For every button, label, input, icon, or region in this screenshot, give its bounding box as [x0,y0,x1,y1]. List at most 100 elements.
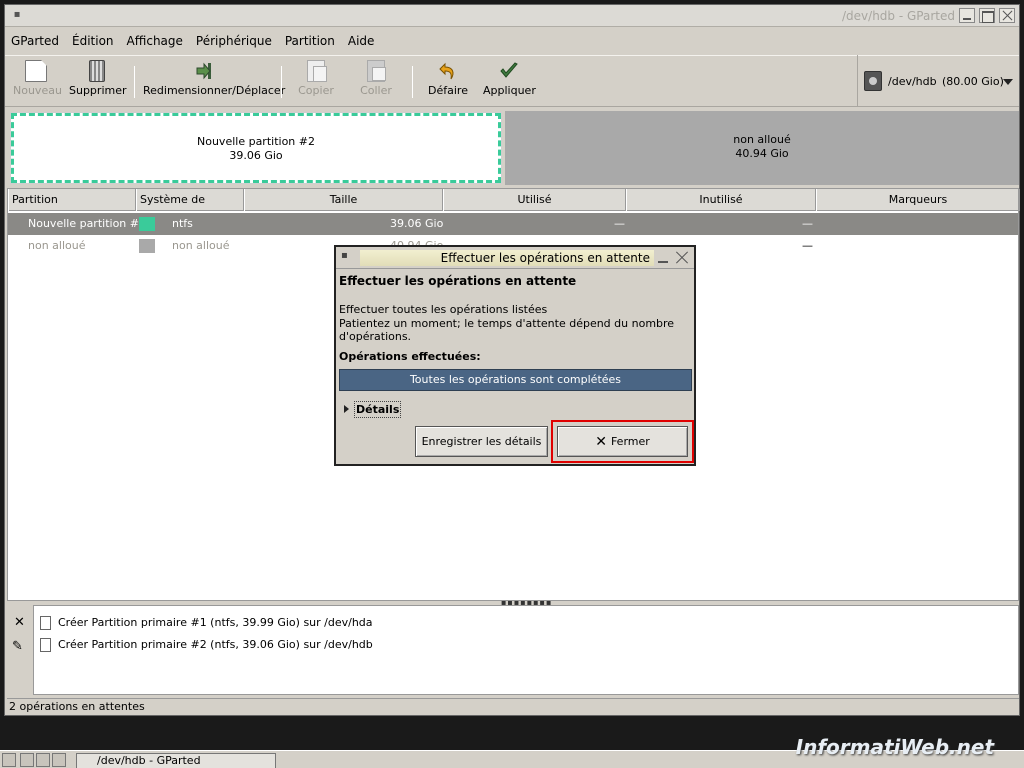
window-menu-icon[interactable]: ▪ [9,8,25,22]
dialog-text-line-2: Patientez un moment; le temps d'attente … [339,317,675,343]
cell-size: 39.06 Gio [390,217,444,230]
checkmark-icon [498,60,520,82]
dialog-title: Effectuer les opérations en attente [360,250,654,266]
watermark-logo: InformatiWeb.net [795,735,994,759]
menu-edition[interactable]: Édition [72,34,114,48]
operations-sidebar: ✕ ✎ [7,605,31,695]
cell-filesystem: ntfs [172,217,193,230]
menubar: GParted Édition Affichage Périphérique P… [5,30,1019,52]
harddisk-icon [864,71,882,91]
window-title: /dev/hdb - GParted [842,9,955,23]
operations-list: Créer Partition primaire #1 (ntfs, 39.99… [33,605,1019,695]
undo-icon [437,60,459,82]
cell-unused: — [802,239,813,252]
resize-arrow-icon [195,60,217,82]
column-partition[interactable]: Partition [8,189,136,211]
copy-icon [307,60,327,82]
column-flags[interactable]: Marqueurs [816,189,1020,211]
device-name: /dev/hdb [888,75,937,88]
taskbar-tray-box[interactable] [52,753,66,767]
operation-text: Créer Partition primaire #1 (ntfs, 39.99… [58,616,373,629]
apply-button[interactable]: Appliquer [483,60,536,104]
device-size: (80.00 Gio) [942,75,1004,88]
unallocated-block-size: 40.94 Gio [735,147,789,160]
unallocated-block[interactable]: non alloué 40.94 Gio [505,111,1019,185]
taskbar-task-gparted[interactable]: /dev/hdb - GParted [76,753,276,768]
close-button[interactable]: ✕ Fermer [557,426,688,457]
apply-operations-dialog: ▪ Effectuer les opérations en attente Ef… [334,245,696,466]
partition-block-name: Nouvelle partition #2 [197,135,315,148]
unallocated-block-name: non alloué [733,133,791,146]
device-selector[interactable]: /dev/hdb (80.00 Gio) [857,55,1019,107]
details-label: Détails [354,401,402,418]
toolbar-separator [412,66,413,98]
partition-block-selected[interactable]: Nouvelle partition #2 39.06 Gio [10,112,502,184]
toolbar-separator [281,66,282,98]
delete-label: Supprimer [69,84,127,97]
undo-label: Défaire [428,84,468,97]
expander-arrow-icon [344,405,349,413]
new-button[interactable]: Nouveau [13,60,62,104]
pending-operations-pane: ✕ ✎ Créer Partition primaire #1 (ntfs, 3… [7,605,1019,695]
window-titlebar[interactable]: ▪ /dev/hdb - GParted [5,5,1019,27]
menu-aide[interactable]: Aide [348,34,375,48]
cell-partition: Nouvelle partition #2 [28,217,146,230]
menu-gparted[interactable]: GParted [11,34,59,48]
resize-move-label: Redimensionner/Déplacer [143,84,286,97]
operation-document-icon [40,638,51,652]
dialog-text-line-1: Effectuer toutes les opérations listées [339,303,548,316]
brush-icon[interactable]: ✎ [12,639,26,654]
cell-unused: — [802,217,813,230]
cell-used: — [614,217,625,230]
progress-bar: Toutes les opérations sont complétées [339,369,692,391]
dropdown-arrow-icon [1003,79,1013,85]
partition-map: Nouvelle partition #2 39.06 Gio non allo… [9,111,1019,185]
paste-button[interactable]: Coller [355,60,397,104]
fs-color-swatch [139,239,155,253]
undo-button[interactable]: Défaire [427,60,469,104]
minimize-icon[interactable] [959,8,975,23]
close-x-icon: ✕ [595,434,607,450]
status-bar: 2 opérations en attentes [7,698,1019,715]
column-unused[interactable]: Inutilisé [626,189,816,211]
close-button-label: Fermer [610,435,650,448]
dialog-minimize-icon[interactable] [658,261,668,263]
maximize-icon[interactable] [979,8,995,23]
menu-peripherique[interactable]: Périphérique [196,34,272,48]
clear-operations-icon[interactable]: ✕ [14,615,25,630]
fs-color-swatch [139,217,155,231]
copy-button[interactable]: Copier [295,60,337,104]
table-row[interactable]: Nouvelle partition #2 ntfs 39.06 Gio — — [8,213,1018,235]
toolbar-separator [134,66,135,98]
dialog-close-icon[interactable] [674,250,690,265]
paste-icon [367,60,386,82]
taskbar-tray-box[interactable] [36,753,50,767]
column-filesystem[interactable]: Système de fichiers [136,189,244,228]
trash-icon [89,60,105,82]
menu-partition[interactable]: Partition [285,34,335,48]
new-label: Nouveau [13,84,62,97]
menu-affichage[interactable]: Affichage [127,34,183,48]
partition-block-size: 39.06 Gio [229,149,283,162]
column-size[interactable]: Taille [244,189,443,211]
operation-document-icon [40,616,51,630]
dialog-heading: Effectuer les opérations en attente [339,274,577,288]
paste-label: Coller [360,84,392,97]
close-icon[interactable] [999,8,1015,23]
list-item[interactable]: Créer Partition primaire #1 (ntfs, 39.99… [38,614,373,632]
dialog-menu-icon[interactable]: ▪ [341,250,348,261]
resize-move-button[interactable]: Redimensionner/Déplacer [143,60,286,104]
delete-button[interactable]: Supprimer [69,60,127,104]
dialog-titlebar[interactable]: ▪ Effectuer les opérations en attente [336,247,694,269]
save-details-button[interactable]: Enregistrer les détails [415,426,548,457]
details-expander[interactable]: Détails [344,401,402,418]
cell-filesystem: non alloué [172,239,230,252]
taskbar-tray-box[interactable] [20,753,34,767]
taskbar-tray-box[interactable] [2,753,16,767]
operations-done-label: Opérations effectuées: [339,350,481,363]
partition-list-header: Partition Système de fichiers Taille Uti… [8,189,1020,228]
column-used[interactable]: Utilisé [443,189,626,211]
apply-label: Appliquer [483,84,536,97]
list-item[interactable]: Créer Partition primaire #2 (ntfs, 39.06… [38,636,373,654]
copy-label: Copier [298,84,334,97]
